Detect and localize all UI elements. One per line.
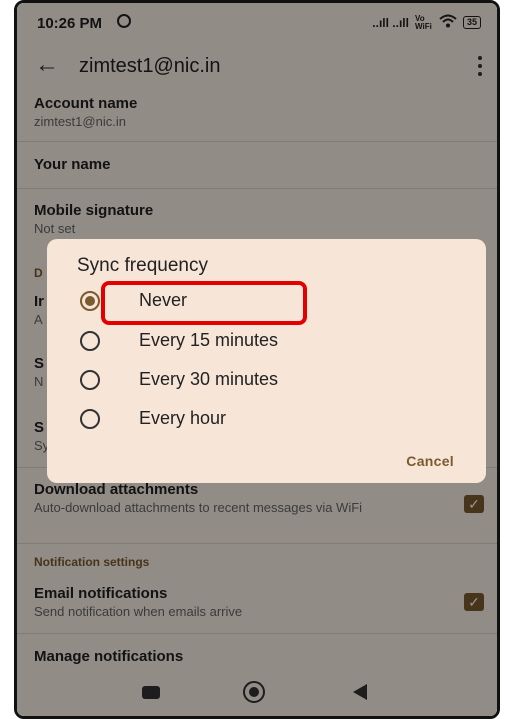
dialog-title: Sync frequency xyxy=(77,255,208,276)
phone-frame: 10:26 PM ..ıll ..ıll Vo WiFi 35 ← zimtes… xyxy=(14,0,500,719)
annotation-highlight-box xyxy=(101,281,307,325)
option-every-30-minutes[interactable]: Every 30 minutes xyxy=(77,364,457,398)
option-label: Every hour xyxy=(139,408,227,428)
option-every-hour[interactable]: Every hour xyxy=(77,403,457,437)
sync-frequency-dialog: Sync frequency Never Every 15 minutes Ev… xyxy=(47,239,486,483)
option-label: Every 15 minutes xyxy=(139,330,279,350)
option-every-15-minutes[interactable]: Every 15 minutes xyxy=(77,325,457,359)
radio-selected-icon[interactable] xyxy=(80,291,100,311)
settings-screen: 10:26 PM ..ıll ..ıll Vo WiFi 35 ← zimtes… xyxy=(17,3,497,716)
radio-unselected-icon[interactable] xyxy=(80,370,100,390)
radio-unselected-icon[interactable] xyxy=(80,331,100,351)
cancel-button[interactable]: Cancel xyxy=(406,453,454,469)
radio-unselected-icon[interactable] xyxy=(80,409,100,429)
option-label: Every 30 minutes xyxy=(139,369,279,389)
